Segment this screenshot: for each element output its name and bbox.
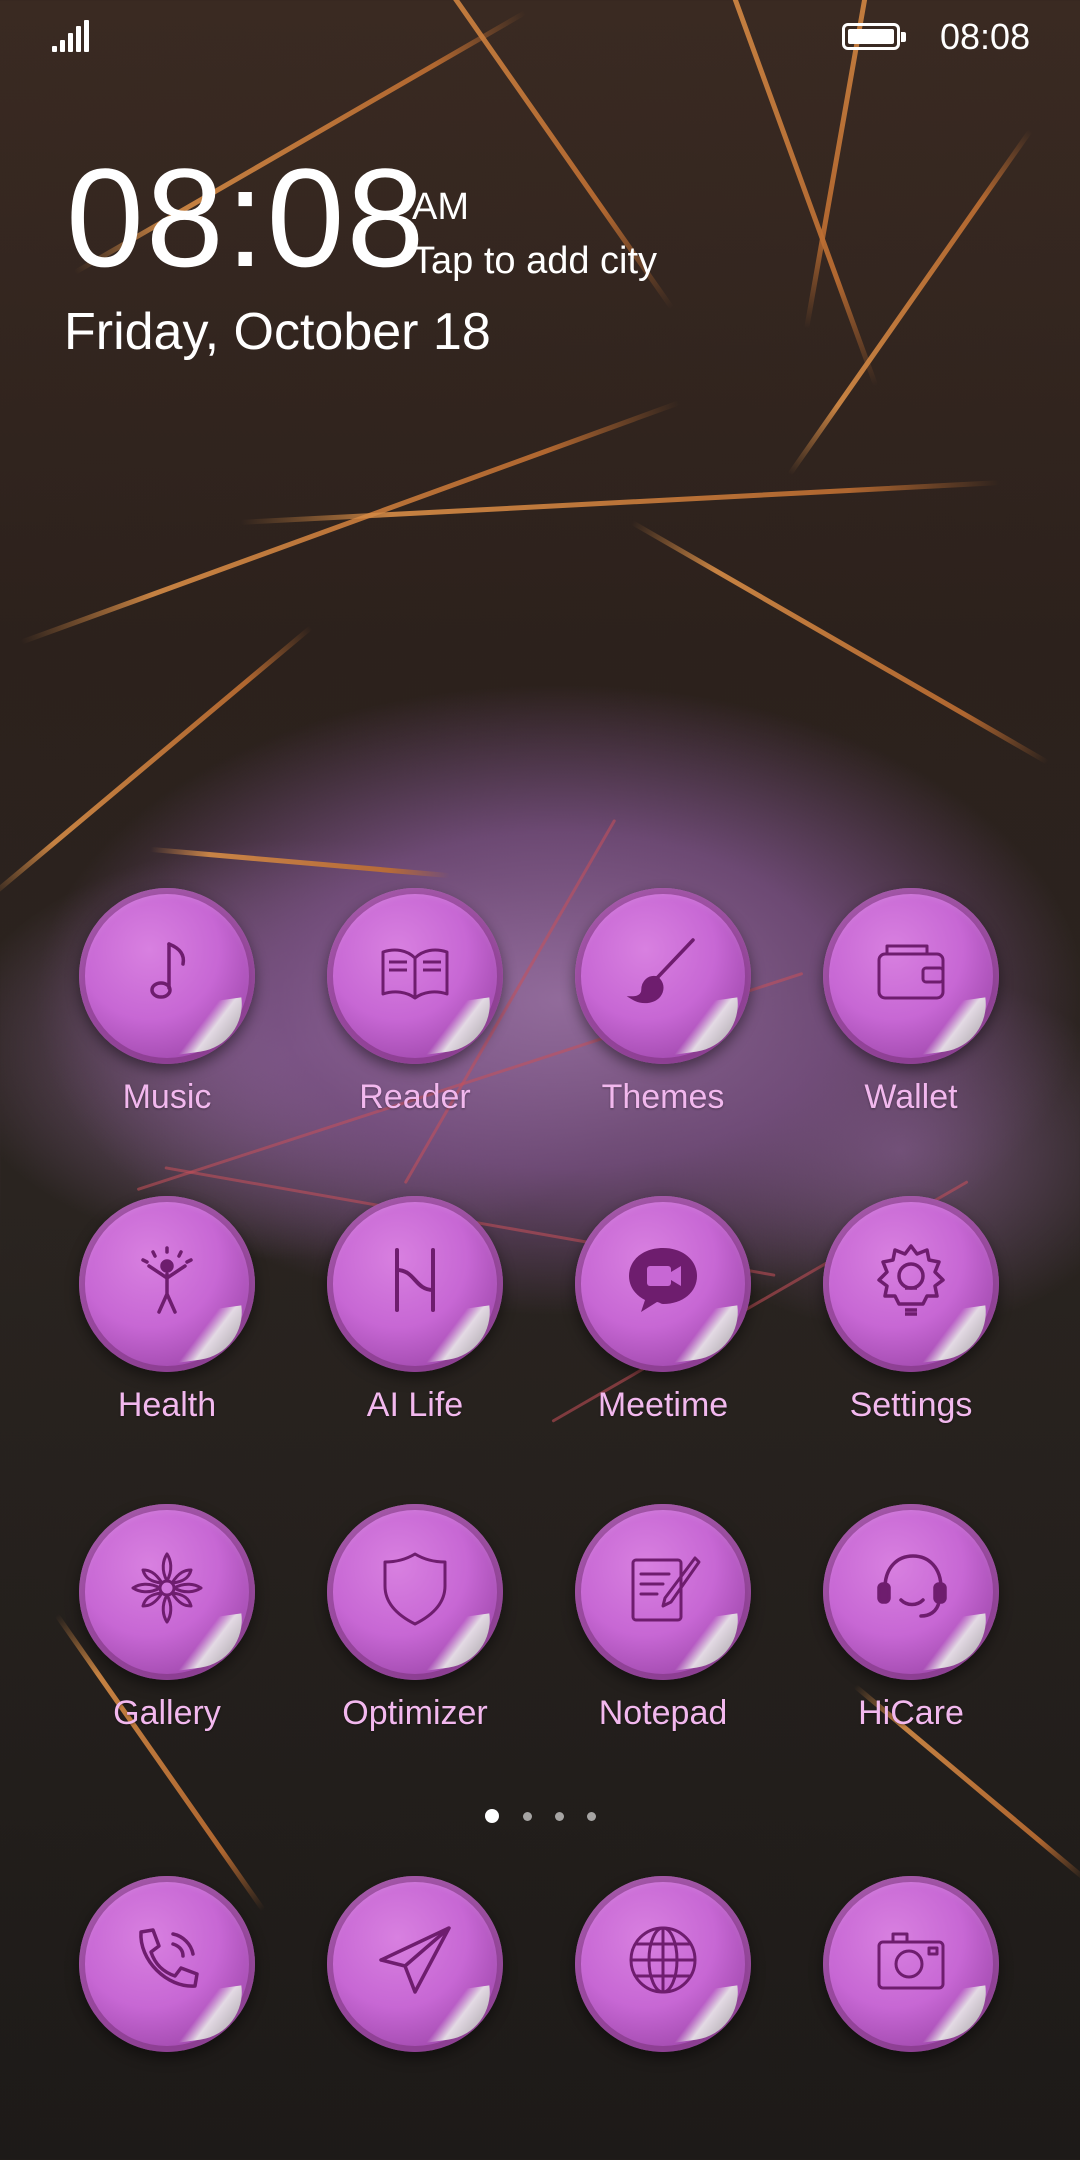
video-chat-icon bbox=[629, 1248, 697, 1312]
page-dot[interactable] bbox=[587, 1812, 596, 1821]
app-wallet-bubble[interactable] bbox=[823, 888, 999, 1064]
clock-date[interactable]: Friday, October 18 bbox=[64, 302, 491, 362]
app-optimizer-bubble[interactable] bbox=[327, 1504, 503, 1680]
camera-icon bbox=[877, 1932, 945, 1990]
app-meetime[interactable]: Meetime bbox=[563, 1196, 763, 1425]
wallet-icon bbox=[877, 944, 945, 1000]
app-label: Health bbox=[117, 1386, 217, 1424]
page-dot[interactable] bbox=[523, 1812, 532, 1821]
app-hicare[interactable]: HiCare bbox=[811, 1504, 1011, 1733]
dock-browser-bubble[interactable] bbox=[575, 1876, 751, 2052]
dock-phone[interactable] bbox=[67, 1876, 267, 2052]
app-label: Meetime bbox=[597, 1386, 729, 1424]
dock-browser[interactable] bbox=[563, 1876, 763, 2052]
app-notepad-bubble[interactable] bbox=[575, 1504, 751, 1680]
dock-messages[interactable] bbox=[315, 1876, 515, 2052]
app-gallery[interactable]: Gallery bbox=[67, 1504, 267, 1733]
app-music-bubble[interactable] bbox=[79, 888, 255, 1064]
app-label: Settings bbox=[849, 1386, 973, 1424]
page-dot-active[interactable] bbox=[485, 1809, 499, 1823]
app-notepad[interactable]: Notepad bbox=[563, 1504, 763, 1733]
app-ai-life-bubble[interactable] bbox=[327, 1196, 503, 1372]
app-meetime-bubble[interactable] bbox=[575, 1196, 751, 1372]
app-themes-bubble[interactable] bbox=[575, 888, 751, 1064]
notepad-icon bbox=[631, 1556, 701, 1622]
gear-bulb-icon bbox=[877, 1244, 945, 1316]
status-time: 08:08 bbox=[940, 16, 1031, 57]
app-label: Optimizer bbox=[342, 1694, 488, 1732]
add-city-link[interactable]: Tap to add city bbox=[412, 240, 657, 283]
app-label: HiCare bbox=[858, 1694, 964, 1732]
ai-life-icon bbox=[395, 1248, 435, 1312]
headset-icon bbox=[877, 1554, 947, 1618]
app-ai-life[interactable]: AI Life bbox=[315, 1196, 515, 1425]
signal-icon bbox=[52, 20, 92, 52]
app-label: Music bbox=[122, 1078, 212, 1116]
clock-ampm: AM bbox=[412, 186, 469, 228]
flower-icon bbox=[131, 1552, 203, 1624]
globe-icon bbox=[629, 1926, 697, 1994]
app-wallet[interactable]: Wallet bbox=[811, 888, 1011, 1117]
app-settings-bubble[interactable] bbox=[823, 1196, 999, 1372]
shield-icon bbox=[383, 1552, 447, 1626]
health-person-icon bbox=[141, 1246, 193, 1314]
app-optimizer[interactable]: Optimizer bbox=[315, 1504, 515, 1733]
app-health[interactable]: Health bbox=[67, 1196, 267, 1425]
app-label: Wallet bbox=[864, 1078, 958, 1116]
app-gallery-bubble[interactable] bbox=[79, 1504, 255, 1680]
clock-time[interactable]: 08:08 bbox=[66, 148, 426, 288]
book-icon bbox=[381, 948, 449, 1000]
phone-icon bbox=[139, 1928, 199, 1988]
app-health-bubble[interactable] bbox=[79, 1196, 255, 1372]
app-music[interactable]: Music bbox=[67, 888, 267, 1117]
app-label: Themes bbox=[601, 1078, 725, 1116]
app-label: AI Life bbox=[366, 1386, 464, 1424]
battery-icon bbox=[842, 23, 906, 50]
status-bar: 08:08 bbox=[0, 0, 1080, 72]
app-themes[interactable]: Themes bbox=[563, 888, 763, 1117]
page-dot[interactable] bbox=[555, 1812, 564, 1821]
page-indicator[interactable] bbox=[0, 1808, 1080, 1828]
dock-phone-bubble[interactable] bbox=[79, 1876, 255, 2052]
app-reader-bubble[interactable] bbox=[327, 888, 503, 1064]
dock-camera-bubble[interactable] bbox=[823, 1876, 999, 2052]
dock-camera[interactable] bbox=[811, 1876, 1011, 2052]
paintbrush-icon bbox=[626, 938, 695, 1004]
app-reader[interactable]: Reader bbox=[315, 888, 515, 1117]
app-settings[interactable]: Settings bbox=[811, 1196, 1011, 1425]
app-label: Reader bbox=[359, 1078, 471, 1116]
app-label: Gallery bbox=[113, 1694, 221, 1732]
paper-plane-icon bbox=[379, 1926, 451, 1994]
music-note-icon bbox=[150, 942, 186, 999]
dock-messages-bubble[interactable] bbox=[327, 1876, 503, 2052]
app-hicare-bubble[interactable] bbox=[823, 1504, 999, 1680]
app-label: Notepad bbox=[598, 1694, 728, 1732]
